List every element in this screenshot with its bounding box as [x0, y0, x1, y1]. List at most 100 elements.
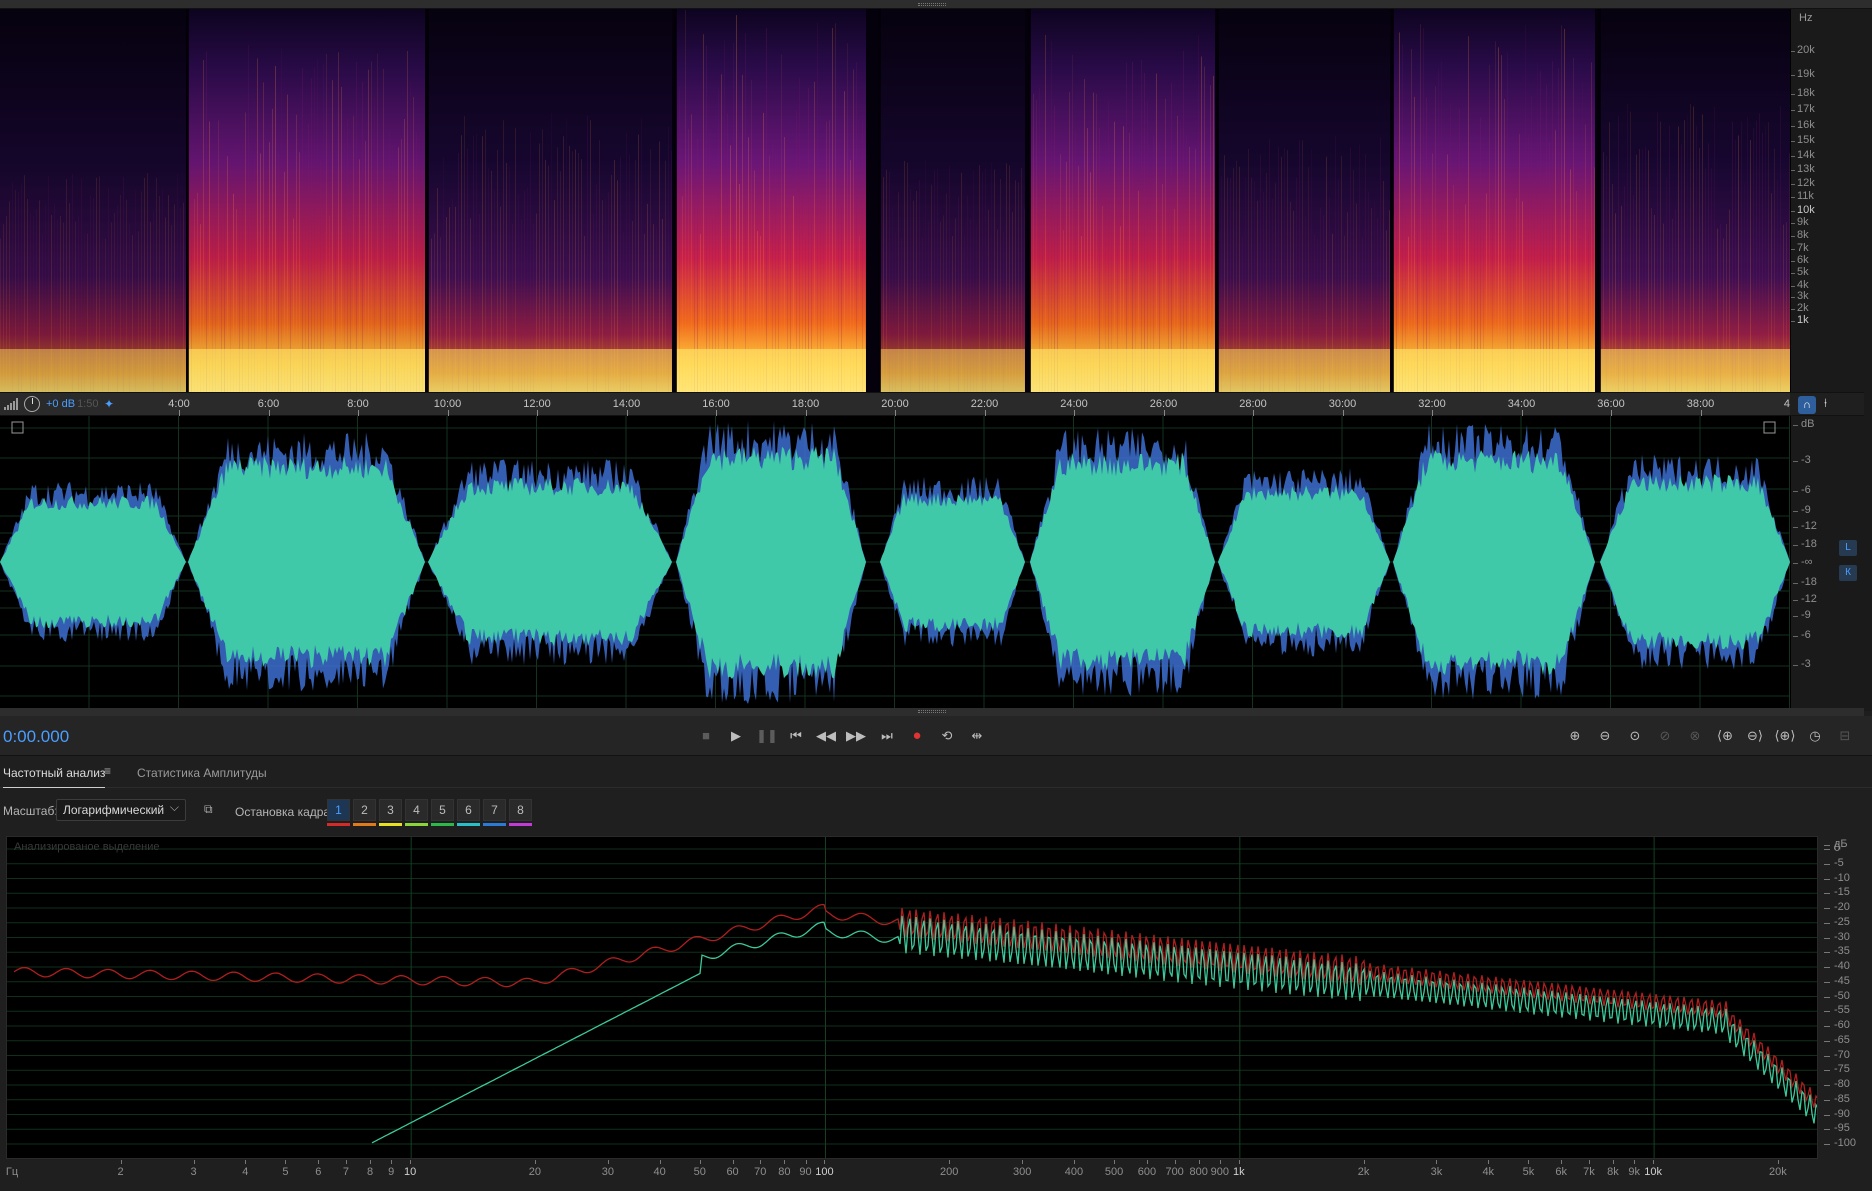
db-tick-label: -3 [1793, 454, 1811, 466]
skip-selection-button[interactable]: ⇹ [966, 725, 988, 747]
time-ruler[interactable]: +0 dB 1:50 ✦ 4:00 6:00 8:00 10:00 12:00 14:00… [0, 392, 1796, 416]
db-tick-label: -∞ [1793, 556, 1813, 568]
time-tick-label: 8:00 [347, 398, 369, 410]
marker-icon[interactable]: ⍿ [1824, 396, 1827, 411]
hud-gain-value: +0 dB [46, 398, 76, 410]
spectral-frequency-display[interactable] [0, 9, 1790, 392]
freeze-frame-button[interactable]: 5 [431, 799, 454, 821]
zoom-reset-icon[interactable]: ⊙ [1623, 725, 1647, 747]
freeze-frame-color-bar [353, 823, 376, 826]
db-tick-label: -75 [1824, 1063, 1850, 1076]
previous-button[interactable]: ⏮ [785, 725, 807, 747]
channel-left-button[interactable]: L [1839, 540, 1857, 556]
stop-button[interactable]: ■ [695, 725, 717, 747]
freq-tick-mark [784, 1160, 786, 1164]
freeze-frame-color-bar [457, 823, 480, 826]
hz-tick-label: 9k [1791, 216, 1809, 229]
zoom-selection-icon[interactable]: ⊘ [1653, 725, 1677, 747]
freq-tick-mark [1022, 1160, 1024, 1164]
waveform-display[interactable] [0, 416, 1790, 708]
right-scrollbar[interactable] [1864, 9, 1872, 711]
tab-menu-icon[interactable]: ≡ [104, 764, 111, 778]
db-tick-label: -15 [1824, 886, 1850, 899]
freq-tick-label: 1k [1232, 1166, 1245, 1178]
hz-tick-label: 12k [1791, 176, 1815, 189]
freq-tick-mark [1114, 1160, 1116, 1164]
freq-tick-label: 70 [754, 1166, 767, 1178]
freq-tick-mark [1198, 1160, 1200, 1164]
zoom-clock-icon[interactable]: ◷ [1803, 725, 1827, 747]
tab-amplitude-statistics[interactable]: Статистика Амплитуды [137, 764, 267, 788]
freq-tick-mark [534, 1160, 536, 1164]
freeze-frame-color-bar [431, 823, 454, 826]
zoom-out-amplitude-icon[interactable]: ⊖ [1593, 725, 1617, 747]
waveform-canvas [0, 416, 1790, 708]
play-button[interactable]: ▶ [725, 725, 747, 747]
time-tick-label: 36:00 [1597, 398, 1625, 410]
db-tick-label: -3 [1793, 658, 1811, 670]
freq-tick-label: 20 [528, 1166, 542, 1178]
hz-tick-label: 7k [1791, 241, 1809, 254]
freq-tick-mark [120, 1160, 122, 1164]
fast-forward-button[interactable]: ▶▶ [845, 725, 867, 747]
tab-frequency-analysis[interactable]: Частотный анализ [3, 764, 106, 788]
freq-tick-mark [1634, 1160, 1636, 1164]
plot-caption: Анализированое выделение [14, 841, 160, 853]
frequency-plot[interactable]: Анализированое выделение [6, 836, 1819, 1159]
zoom-full-icon[interactable]: ⟨⊕⟩ [1773, 725, 1797, 747]
loop-button[interactable]: ⟲ [936, 725, 958, 747]
freeze-frame-button[interactable]: 2 [353, 799, 376, 821]
hz-tick-label: 5k [1791, 266, 1809, 279]
freq-tick-mark [193, 1160, 195, 1164]
current-time-display[interactable]: 0:00.000 [3, 727, 69, 747]
freq-tick-mark [285, 1160, 287, 1164]
freq-tick-label: 500 [1104, 1166, 1124, 1178]
freeze-frame-button[interactable]: 8 [509, 799, 532, 821]
rewind-button[interactable]: ◀◀ [815, 725, 837, 747]
freq-tick-label: 80 [778, 1166, 791, 1178]
db-tick-label: -40 [1824, 960, 1850, 972]
freq-tick-label: 100 [815, 1166, 834, 1178]
volume-knob[interactable] [24, 396, 40, 412]
freeze-frame-button[interactable]: 1 [327, 799, 350, 821]
headphones-icon[interactable]: ∩ [1798, 396, 1816, 414]
hz-tick-label: 14k [1791, 148, 1815, 161]
freq-tick-label: 300 [1012, 1166, 1032, 1178]
pause-button[interactable]: ❚❚ [756, 725, 778, 747]
freq-tick-mark [1561, 1160, 1563, 1164]
next-button[interactable]: ⏭ [876, 725, 898, 747]
freeze-frame-button[interactable]: 6 [457, 799, 480, 821]
db-tick-label: -12 [1793, 520, 1817, 532]
freq-tick-mark [1363, 1160, 1365, 1164]
copy-icon[interactable]: ⧉ [204, 802, 218, 816]
freq-tick-label: 4k [1482, 1166, 1495, 1178]
zoom-fit-icon[interactable]: ⊗ [1683, 725, 1707, 747]
freeze-frame-button[interactable]: 3 [379, 799, 402, 821]
waveform-resize-handle[interactable] [0, 708, 1864, 716]
zoom-out-full-icon[interactable]: ⊟ [1833, 725, 1857, 747]
freeze-frame-label: Остановка кадра: [235, 805, 334, 819]
zoom-in-time-icon[interactable]: ⟨⊕ [1713, 725, 1737, 747]
channel-right-button[interactable]: К [1839, 565, 1857, 581]
freq-tick-label: 90 [799, 1166, 812, 1178]
freq-tick-mark [659, 1160, 661, 1164]
time-tick-label: 16:00 [702, 398, 730, 410]
top-resize-handle[interactable] [0, 0, 1872, 9]
freeze-frame-color-bar [509, 823, 532, 826]
pin-icon[interactable]: ✦ [102, 397, 116, 411]
zoom-in-amplitude-icon[interactable]: ⊕ [1563, 725, 1587, 747]
freeze-frame-button[interactable]: 4 [405, 799, 428, 821]
freq-tick-mark [1174, 1160, 1176, 1164]
hz-tick-label: 16k [1791, 119, 1815, 132]
frequency-analysis-panel: Частотный анализ ≡ Статистика Амплитуды … [0, 756, 1872, 1191]
time-tick-label: 34:00 [1507, 398, 1536, 410]
zoom-out-time-icon[interactable]: ⊖⟩ [1743, 725, 1767, 747]
time-tick-label: 18:00 [791, 398, 820, 410]
record-button[interactable]: ● [906, 725, 928, 747]
freeze-frame-button[interactable]: 7 [483, 799, 506, 821]
scale-dropdown[interactable]: Логарифмический [56, 799, 186, 821]
hz-tick-label: 6k [1791, 254, 1809, 267]
freq-tick-mark [1238, 1160, 1240, 1164]
frequency-axis: Гц 2 3 4 5 6 7 8 9 10 20 30 40 50 60 70 80 90 100 200 300 40… [0, 1160, 1872, 1186]
freq-tick-label: 5k [1522, 1166, 1535, 1178]
